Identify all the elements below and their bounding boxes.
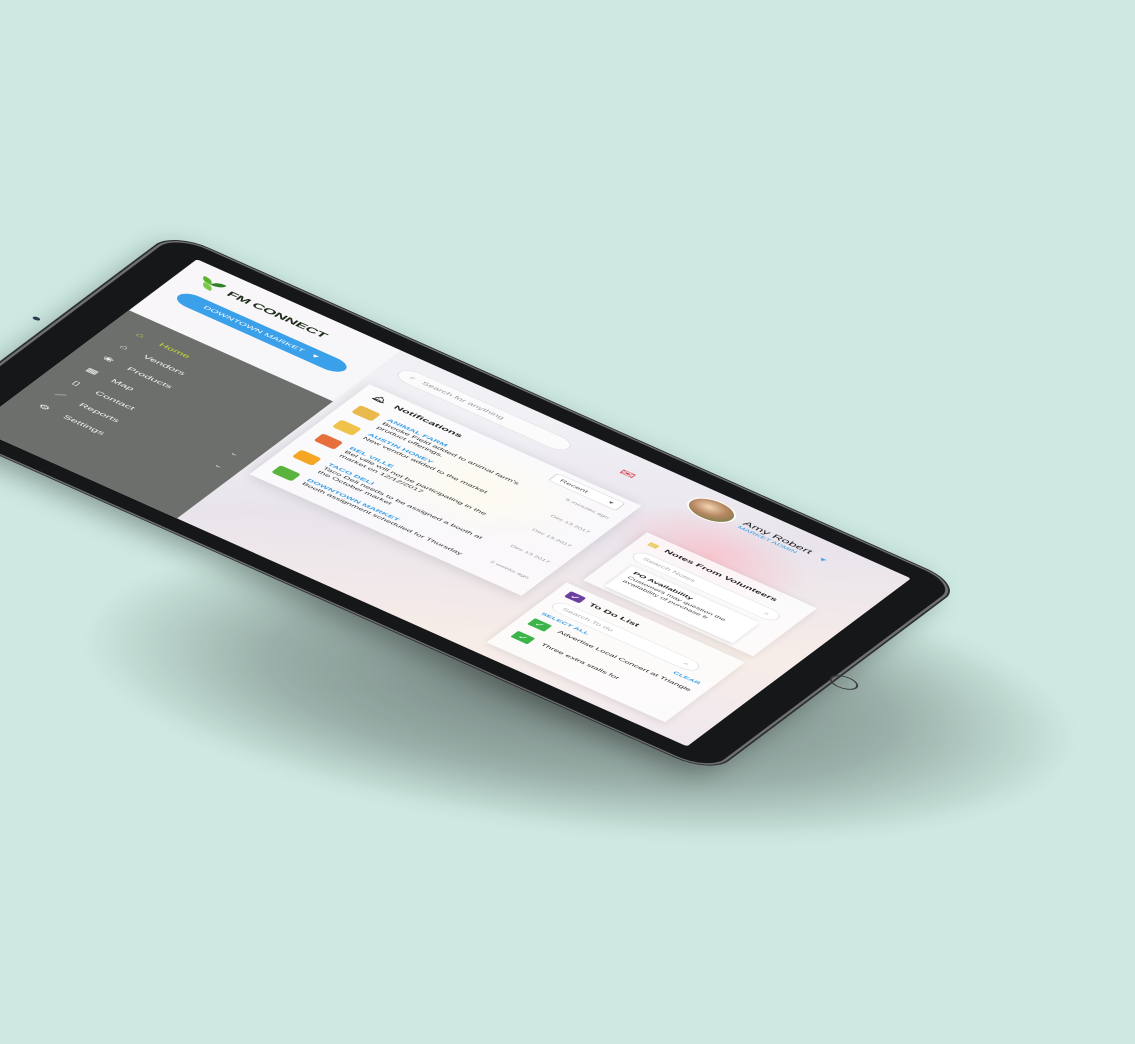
filter-value: Recent (558, 478, 590, 494)
search-icon: ⌕ (408, 375, 419, 382)
caret-down-icon: ▾ (606, 500, 616, 506)
caret-down-icon: ▼ (307, 352, 322, 361)
checkbox-checked-icon[interactable]: ✓ (510, 630, 536, 645)
bell-icon: 🔔︎ (369, 393, 390, 405)
mail-icon[interactable]: ✉ (615, 467, 639, 481)
search-icon: ⌕ (681, 660, 691, 667)
vendor-icon (331, 419, 362, 436)
checkbox-checked-icon[interactable]: ✓ (527, 618, 553, 632)
vendor-icon (271, 465, 301, 482)
caret-down-icon: ▼ (815, 556, 830, 564)
vendor-icon (351, 405, 381, 422)
vendor-icon (291, 449, 322, 466)
notification-item[interactable]: TACO DELI Taco Deli needs to be assigned… (287, 449, 551, 573)
front-camera (31, 315, 42, 322)
vendor-icon (313, 433, 344, 450)
notes-icon: ▤ (646, 540, 662, 550)
search-icon: ⌕ (762, 610, 772, 617)
todo-check-icon: ✓ (563, 591, 587, 604)
